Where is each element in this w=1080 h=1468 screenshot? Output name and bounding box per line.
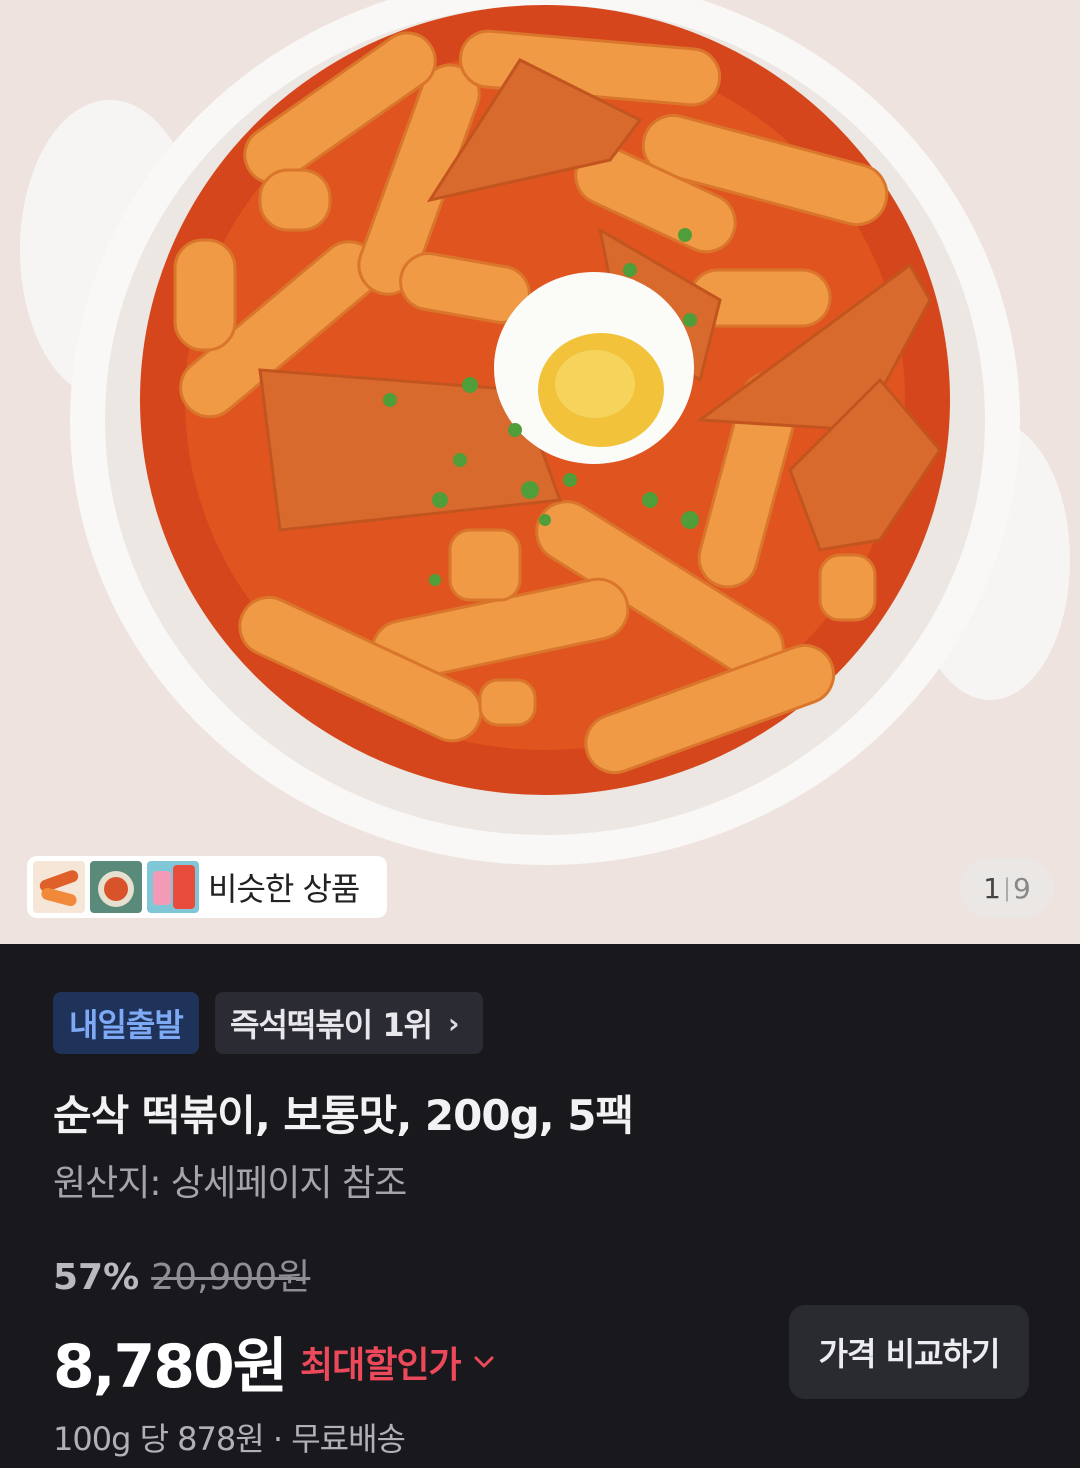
similar-thumbnail-2 (90, 861, 142, 913)
discount-rate: 57% (53, 1257, 140, 1298)
total-pages: 9 (1013, 871, 1031, 905)
discount-row: 57% 20,900원 (53, 1248, 310, 1300)
similar-products-button[interactable]: 비슷한 상품 (27, 856, 387, 918)
max-discount-toggle[interactable]: 최대할인가 (300, 1336, 495, 1388)
max-discount-label: 최대할인가 (300, 1344, 462, 1386)
page-separator: | (1002, 874, 1012, 902)
chevron-down-icon (474, 1356, 494, 1367)
product-title: 순삭 떡볶이, 보통맛, 200g, 5팩 (53, 1091, 634, 1140)
dot-separator: · (272, 1420, 283, 1458)
chevron-right-icon: › (448, 1006, 460, 1040)
price-compare-button[interactable]: 가격 비교하기 (789, 1305, 1029, 1399)
origin-info: 원산지: 상세페이지 참조 (53, 1163, 407, 1204)
similar-thumbnail-1 (33, 861, 85, 913)
price-row: 8,780원 최대할인가 (53, 1318, 495, 1405)
sale-price: 8,780원 (53, 1332, 288, 1402)
delivery-badge: 내일출발 (53, 992, 199, 1054)
product-image[interactable] (0, 0, 1080, 944)
category-rank-label: 즉석떡볶이 1위 (230, 1006, 433, 1044)
similar-thumbnail-3 (147, 861, 199, 913)
shipping-info: 무료배송 (291, 1420, 406, 1458)
category-rank-badge[interactable]: 즉석떡볶이 1위 › (215, 992, 483, 1054)
unit-price-shipping: 100g 당 878원 · 무료배송 (53, 1414, 406, 1460)
unit-price: 100g 당 878원 (53, 1420, 265, 1458)
product-image-gallery[interactable]: 비슷한 상품 1 | 9 (0, 0, 1080, 944)
original-price: 20,900원 (151, 1257, 311, 1298)
image-page-indicator: 1 | 9 (960, 858, 1054, 918)
current-page: 1 (983, 871, 1001, 905)
similar-products-label: 비슷한 상품 (208, 870, 360, 908)
